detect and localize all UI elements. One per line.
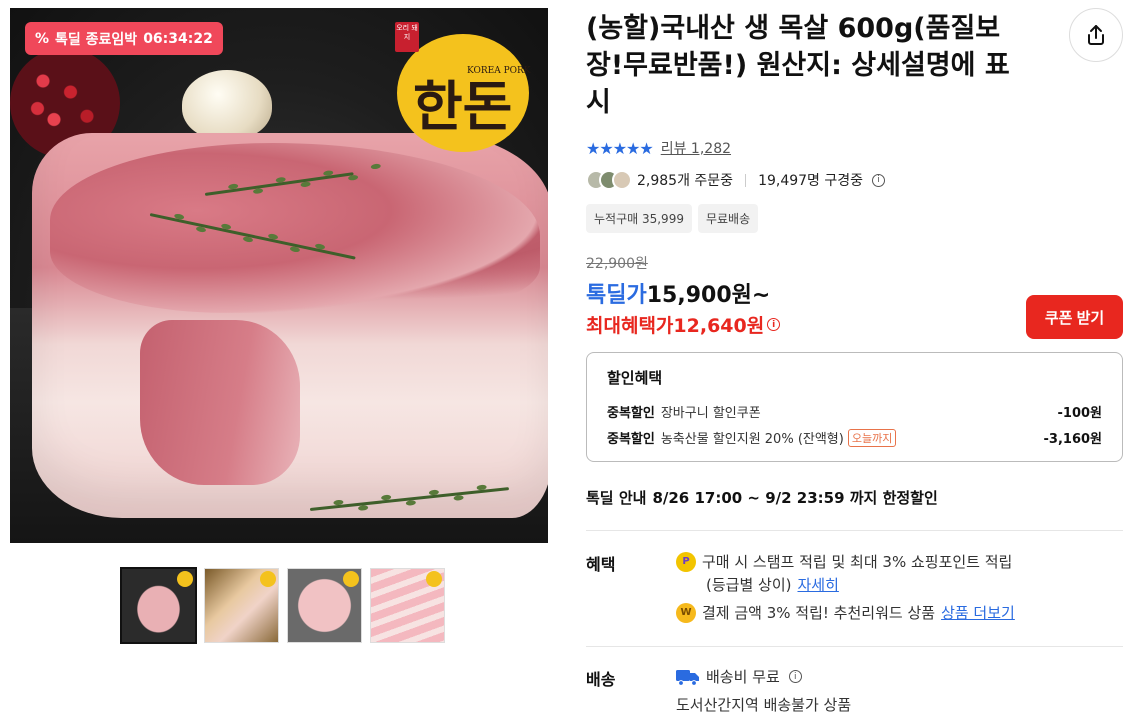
discount-row: 중복할인 장바구니 할인쿠폰 -100원 (607, 402, 1102, 421)
benefit-line2: 결제 금액 3% 적립! 추천리워드 상품 (702, 604, 936, 622)
herb-leaf (275, 176, 286, 183)
thumbnail-2[interactable] (204, 568, 279, 643)
benefit-stamp-line: P 구매 시 스탬프 적립 및 최대 3% 쇼핑포인트 적립 (676, 551, 1012, 572)
discount-amount: -100원 (1057, 406, 1103, 421)
discount-value: 장바구니 할인쿠폰 (660, 406, 761, 421)
thumbnail-strip (120, 567, 445, 644)
discount-value: 농축산물 할인지원 20% (잔액형) (660, 432, 844, 447)
today-only-badge: 오늘까지 (847, 428, 897, 447)
brand-mark: 한돈 (413, 74, 513, 138)
benefit-line1-sub: (등급별 상이) 자세히 (706, 574, 839, 595)
discount-key: 중복할인 (607, 432, 655, 447)
shipping-note-line: 도서산간지역 배송불가 상품 (676, 694, 851, 715)
rating-row: ★★★★★ 리뷰 1,282 (586, 138, 731, 158)
thumbnail-3[interactable] (287, 568, 362, 643)
deal-price-label: 톡딜가 (586, 283, 647, 308)
chip-cumulative-purchases: 누적구매 35,999 (586, 204, 692, 233)
herb-leaf (333, 499, 344, 506)
ordering-now: 2,985개 주문중 (637, 173, 734, 189)
deal-price: 톡딜가15,900원~ (586, 277, 770, 309)
herb-leaf (428, 489, 440, 496)
thumbnail-4[interactable] (370, 568, 445, 643)
benefit-line1: 구매 시 스탬프 적립 및 최대 3% 쇼핑포인트 적립 (702, 553, 1013, 571)
deal-badge-label: 톡딜 종료임박 (55, 31, 138, 48)
herb-leaf (322, 169, 334, 177)
details-link[interactable]: 자세히 (797, 574, 838, 595)
deal-timer: 06:34:22 (143, 30, 213, 47)
share-button[interactable] (1069, 8, 1123, 62)
divider (745, 173, 747, 187)
get-coupon-button[interactable]: 쿠폰 받기 (1026, 295, 1123, 339)
share-icon (1088, 25, 1104, 45)
point-coin-icon: P (676, 551, 696, 572)
shipping-fee: 배송비 무료 (706, 668, 780, 686)
shipping-fee-line: 배송비 무료 i (676, 666, 802, 687)
original-price: 22,900원 (586, 256, 648, 272)
info-icon[interactable]: i (767, 318, 781, 331)
star-rating-icon: ★★★★★ (586, 138, 654, 158)
buyers-row: 2,985개 주문중 19,497명 구경중 i (586, 170, 886, 190)
product-title: (농할)국내산 생 목살 600g(품질보장!무료반품!) 원산지: 상세설명에… (586, 13, 1010, 118)
discount-heading: 할인혜택 (607, 369, 663, 387)
max-benefit-price: 최대혜택가 12,640원 i (586, 311, 781, 338)
hanpork-logo: 오리 돼지 KOREA PORK 한돈 (395, 22, 535, 154)
discount-benefits-box: 할인혜택 중복할인 장바구니 할인쿠폰 -100원 중복할인 농축산물 할인지원… (586, 352, 1123, 462)
truck-icon (676, 669, 699, 686)
meat-side (140, 320, 300, 485)
deal-price-value: 15,900원~ (646, 283, 771, 308)
deal-notice: 톡딜 안내 8/26 17:00 ~ 9/2 23:59 까지 한정할인 (586, 487, 938, 508)
viewing-now: 19,497명 구경중 (758, 173, 864, 189)
deal-ending-badge: % 톡딜 종료임박 06:34:22 (25, 22, 223, 55)
info-icon[interactable]: i (788, 670, 802, 683)
herb-leaf (476, 484, 487, 491)
discount-amount: -3,160원 (1043, 432, 1102, 447)
more-products-link[interactable]: 상품 더보기 (941, 602, 1015, 623)
benefit-reward-line: W 결제 금액 3% 적립! 추천리워드 상품 상품 더보기 (676, 602, 1015, 623)
brand-tag: 오리 돼지 (395, 22, 419, 52)
buyer-avatars (586, 170, 632, 190)
percent-icon: % (35, 30, 50, 47)
herb-leaf (380, 494, 392, 501)
shipping-note: 도서산간지역 배송불가 상품 (676, 696, 852, 714)
benefit-line1b: (등급별 상이) (706, 576, 792, 594)
garlic (182, 70, 272, 140)
benefit-section-label: 혜택 (586, 555, 616, 574)
reward-coin-icon: W (676, 602, 696, 623)
max-price-value: 12,640원 (673, 315, 765, 337)
discount-key: 중복할인 (607, 406, 655, 421)
discount-row: 중복할인 농축산물 할인지원 20% (잔액형) 오늘까지 -3,160원 (607, 428, 1102, 447)
info-icon[interactable]: i (872, 173, 886, 187)
deal-notice-label: 톡딜 안내 (586, 489, 647, 507)
herb-leaf (227, 183, 239, 190)
deal-notice-text: 8/26 17:00 ~ 9/2 23:59 까지 한정할인 (652, 489, 938, 507)
section-divider (586, 530, 1123, 531)
chip-free-shipping: 무료배송 (697, 204, 759, 233)
max-price-label: 최대혜택가 (586, 315, 674, 337)
section-divider (586, 646, 1123, 647)
shipping-section-label: 배송 (586, 670, 616, 689)
product-chips: 누적구매 35,999 무료배송 (586, 204, 759, 233)
thumbnail-1[interactable] (120, 567, 197, 644)
review-count-link[interactable]: 리뷰 1,282 (661, 138, 731, 158)
